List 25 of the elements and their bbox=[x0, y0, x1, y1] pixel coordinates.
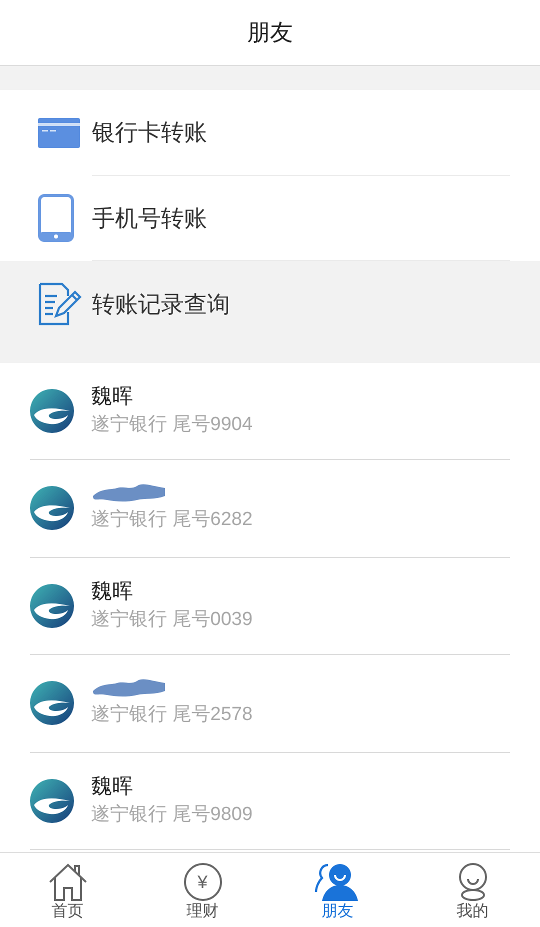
bank-account-detail: 遂宁银行 尾号9809 bbox=[91, 802, 253, 827]
bank-logo-icon bbox=[30, 584, 74, 628]
bank-card-icon bbox=[38, 118, 80, 148]
contact-name: 魏晖 bbox=[91, 384, 134, 410]
user-face-icon bbox=[456, 863, 488, 901]
bank-account-detail: 遂宁银行 尾号0039 bbox=[91, 608, 253, 632]
tab-bar-item[interactable]: 首页 bbox=[0, 853, 135, 927]
phone-icon bbox=[38, 194, 74, 242]
home-icon bbox=[48, 863, 88, 901]
contact-name: 魏晖 bbox=[91, 578, 134, 605]
tab-bar-item[interactable]: ¥ 理财 bbox=[135, 853, 270, 927]
bank-account-detail: 遂宁银行 尾号6282 bbox=[91, 508, 253, 532]
bank-account-detail: 遂宁银行 尾号2578 bbox=[91, 703, 253, 728]
tab-bar-item[interactable]: 我的 bbox=[405, 853, 540, 927]
bank-logo-icon bbox=[30, 388, 74, 433]
tab-bar-item[interactable]: 朋友 bbox=[270, 853, 405, 927]
bank-logo-icon bbox=[30, 778, 74, 823]
menu-item[interactable]: 转账记录查询 bbox=[0, 261, 540, 346]
contact-name: 魏晖 bbox=[91, 774, 134, 800]
document-edit-icon bbox=[38, 282, 82, 326]
bank-logo-icon bbox=[30, 486, 74, 530]
bank-account-detail: 遂宁银行 尾号9904 bbox=[91, 412, 253, 437]
bank-logo-icon bbox=[30, 681, 74, 726]
page-title: 朋友 bbox=[247, 18, 293, 48]
yen-coin-icon: ¥ bbox=[184, 863, 222, 901]
